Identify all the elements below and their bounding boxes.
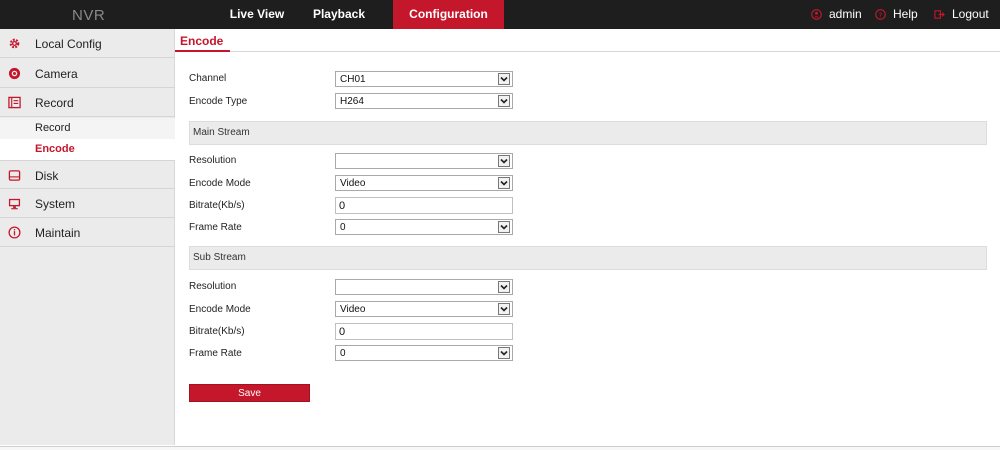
sub-frame-rate-select[interactable]: 0 — [335, 345, 513, 361]
info-icon — [8, 226, 21, 239]
chevron-down-icon — [498, 281, 510, 293]
sub-encode-mode-select[interactable]: Video — [335, 301, 513, 317]
top-navigation-bar: NVR Live View Playback Configuration adm… — [0, 0, 1000, 29]
save-button[interactable]: Save — [189, 384, 310, 402]
sidebar-item-camera[interactable]: Camera — [0, 59, 175, 88]
sub-bitrate-input[interactable]: 0 — [335, 323, 513, 340]
logout-icon — [934, 10, 945, 19]
main-stream-title: Main Stream — [193, 127, 250, 138]
disk-icon — [8, 170, 21, 181]
brand-logo: NVR — [72, 7, 106, 24]
user-menu[interactable]: admin — [829, 0, 862, 29]
sub-encode-mode-select-value: Video — [340, 304, 366, 315]
main-encode-mode-select[interactable]: Video — [335, 175, 513, 191]
main-resolution-label: Resolution — [189, 155, 237, 166]
help-link[interactable]: Help — [893, 0, 918, 29]
footer-divider — [0, 446, 1000, 450]
sidebar-item-maintain[interactable]: Maintain — [0, 218, 175, 247]
main-frame-rate-select[interactable]: 0 — [335, 219, 513, 235]
tab-encode[interactable]: Encode — [175, 29, 231, 52]
sidebar-subitem-label: Encode — [35, 143, 75, 155]
main-bitrate-input[interactable]: 0 — [335, 197, 513, 214]
sidebar-item-local-config[interactable]: Local Config — [0, 29, 175, 58]
gear-icon — [9, 38, 20, 49]
main-resolution-select[interactable] — [335, 153, 513, 169]
sub-frame-rate-select-value: 0 — [340, 348, 346, 359]
record-icon — [8, 96, 21, 109]
chevron-down-icon — [498, 73, 510, 85]
sub-bitrate-label: Bitrate(Kb/s) — [189, 326, 245, 337]
main-encode-mode-label: Encode Mode — [189, 178, 251, 189]
sidebar-item-disk[interactable]: Disk — [0, 160, 175, 189]
sub-stream-section-header: Sub Stream — [189, 246, 987, 270]
tab-configuration[interactable]: Configuration — [393, 0, 504, 29]
sub-resolution-select[interactable] — [335, 279, 513, 295]
sub-resolution-label: Resolution — [189, 281, 237, 292]
chevron-down-icon — [498, 303, 510, 315]
main-frame-rate-label: Frame Rate — [189, 222, 242, 233]
main-frame-rate-select-value: 0 — [340, 222, 346, 233]
sidebar-subitem-label: Record — [35, 122, 71, 134]
svg-text:?: ? — [879, 10, 883, 19]
content-tab-bar: Encode — [175, 29, 1000, 52]
chevron-down-icon — [498, 221, 510, 233]
sidebar-item-system[interactable]: System — [0, 189, 175, 218]
sidebar-item-label: System — [35, 197, 76, 211]
sidebar-subitem-encode[interactable]: Encode — [0, 139, 175, 160]
monitor-icon — [8, 198, 21, 210]
logout-link[interactable]: Logout — [952, 0, 989, 29]
channel-select-value: CH01 — [340, 74, 366, 85]
encode-type-select-value: H264 — [340, 96, 364, 107]
main-bitrate-label: Bitrate(Kb/s) — [189, 200, 245, 211]
chevron-down-icon — [498, 347, 510, 359]
sidebar-item-record[interactable]: Record — [0, 88, 175, 117]
sidebar-subitem-record[interactable]: Record — [0, 118, 175, 139]
sub-encode-mode-label: Encode Mode — [189, 304, 251, 315]
chevron-down-icon — [498, 177, 510, 189]
main-stream-section-header: Main Stream — [189, 121, 987, 145]
sidebar-item-label: Disk — [35, 169, 59, 183]
channel-select[interactable]: CH01 — [335, 71, 513, 87]
main-encode-mode-select-value: Video — [340, 178, 366, 189]
sub-stream-title: Sub Stream — [193, 252, 246, 263]
sidebar-item-label: Local Config — [35, 37, 102, 51]
user-icon — [811, 9, 822, 20]
help-icon: ? — [875, 9, 886, 20]
encode-type-label: Encode Type — [189, 96, 248, 107]
encode-type-select[interactable]: H264 — [335, 93, 513, 109]
sub-frame-rate-label: Frame Rate — [189, 348, 242, 359]
sidebar: Local Config Camera Record Record Encode… — [0, 29, 175, 445]
chevron-down-icon — [498, 95, 510, 107]
camera-icon — [8, 67, 21, 80]
chevron-down-icon — [498, 155, 510, 167]
channel-label: Channel — [189, 73, 227, 84]
sidebar-item-label: Record — [35, 96, 74, 110]
sidebar-item-label: Camera — [35, 67, 78, 81]
tab-playback[interactable]: Playback — [276, 0, 402, 29]
sidebar-item-label: Maintain — [35, 226, 81, 240]
